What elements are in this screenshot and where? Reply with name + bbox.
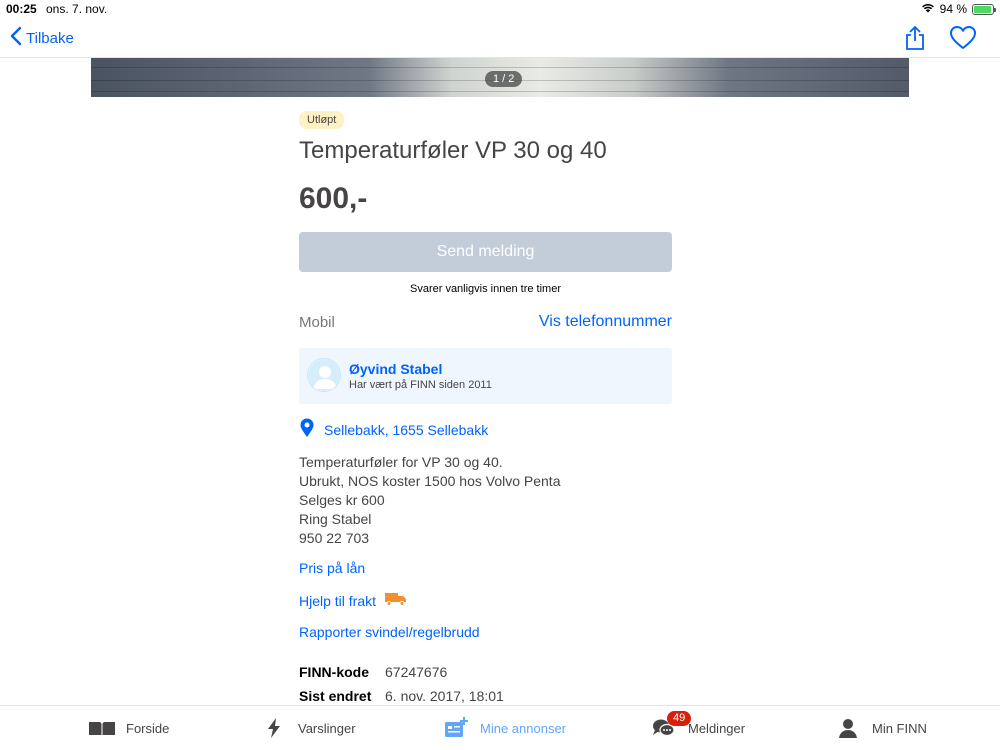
battery-level <box>974 5 991 13</box>
shipping-help-link[interactable]: Hjelp til frakt <box>299 592 407 609</box>
wood-texture-line <box>91 67 909 68</box>
battery-percent: 94 % <box>939 2 967 16</box>
person-icon <box>308 359 340 391</box>
tab-my-ads-label: Mine annonser <box>480 720 566 736</box>
navigation-bar: Tilbake <box>0 18 1000 58</box>
back-label: Tilbake <box>26 29 74 47</box>
location-link[interactable]: Sellebakk, 1655 Sellebakk <box>299 418 488 441</box>
tab-bar: Forside Varslinger Mine annonser Melding… <box>0 705 1000 750</box>
description-line: 950 22 703 <box>299 530 370 546</box>
image-counter: 1 / 2 <box>485 71 523 87</box>
tab-alerts-label: Varslinger <box>298 720 356 736</box>
lightning-icon <box>260 718 288 738</box>
last-edited-value: 6. nov. 2017, 18:01 <box>385 688 504 704</box>
favorite-button[interactable] <box>948 24 978 52</box>
ad-add-icon <box>442 717 470 738</box>
map-pin-icon <box>299 418 315 441</box>
tab-my-ads[interactable]: Mine annonser <box>442 717 566 738</box>
tab-messages-label: Meldinger <box>688 720 746 736</box>
chevron-left-icon <box>10 26 22 50</box>
heart-icon <box>948 26 978 56</box>
finn-code-value: 67247676 <box>385 664 448 680</box>
wifi-icon <box>921 2 935 16</box>
tab-messages[interactable]: Meldinger <box>650 718 745 738</box>
description-line: Temperaturføler for VP 30 og 40. <box>299 454 503 470</box>
description-line: Ring Stabel <box>299 511 372 527</box>
share-button[interactable] <box>902 24 928 52</box>
report-fraud-link[interactable]: Rapporter svindel/regelbrudd <box>299 624 480 640</box>
location-text: Sellebakk, 1655 Sellebakk <box>324 421 489 438</box>
wood-texture-line <box>91 91 909 92</box>
ad-price: 600,- <box>299 182 368 215</box>
status-indicators: 94 % <box>921 2 996 16</box>
finn-code-row: FINN-kode 67247676 <box>299 664 447 680</box>
response-time-note: Svarer vanligvis innen tre timer <box>409 283 561 295</box>
ad-image-gallery[interactable]: 1 / 2 <box>91 58 909 97</box>
status-bar: 00:25 ons. 7. nov. 94 % <box>0 0 1000 18</box>
phone-label: Mobil <box>299 314 335 331</box>
tab-my-finn-label: Min FINN <box>872 720 927 736</box>
status-time: 00:25 <box>6 2 37 16</box>
loan-price-link[interactable]: Pris på lån <box>299 560 365 576</box>
ad-description: Temperaturføler for VP 30 og 40. Ubrukt,… <box>299 453 560 548</box>
shipping-help-label: Hjelp til frakt <box>299 592 377 609</box>
show-phone-link[interactable]: Vis telefonnummer <box>539 313 672 331</box>
finn-code-label: FINN-kode <box>299 664 369 680</box>
book-icon <box>88 718 116 738</box>
tab-alerts[interactable]: Varslinger <box>260 718 356 738</box>
status-date: ons. 7. nov. <box>46 2 108 16</box>
battery-icon <box>972 3 996 15</box>
avatar <box>307 358 341 392</box>
tab-home[interactable]: Forside <box>88 718 169 738</box>
description-line: Ubrukt, NOS koster 1500 hos Volvo Penta <box>299 473 561 489</box>
seller-member-since: Har vært på FINN siden 2011 <box>349 379 492 391</box>
tab-my-finn[interactable]: Min FINN <box>834 718 927 738</box>
tab-home-label: Forside <box>126 720 170 736</box>
back-button[interactable]: Tilbake <box>10 26 74 50</box>
send-message-button[interactable]: Send melding <box>299 232 672 272</box>
seller-card[interactable]: Øyvind Stabel Har vært på FINN siden 201… <box>299 348 672 404</box>
truck-icon <box>384 592 407 609</box>
status-badge: Utløpt <box>299 111 345 129</box>
seller-name[interactable]: Øyvind Stabel <box>349 361 442 377</box>
messages-count-badge: 49 <box>667 711 692 726</box>
ad-title: Temperaturføler VP 30 og 40 <box>299 137 607 164</box>
last-edited-label: Sist endret <box>299 688 372 704</box>
last-edited-row: Sist endret 6. nov. 2017, 18:01 <box>299 688 504 704</box>
user-icon <box>834 718 862 738</box>
share-icon <box>902 25 928 56</box>
description-line: Selges kr 600 <box>299 492 385 508</box>
